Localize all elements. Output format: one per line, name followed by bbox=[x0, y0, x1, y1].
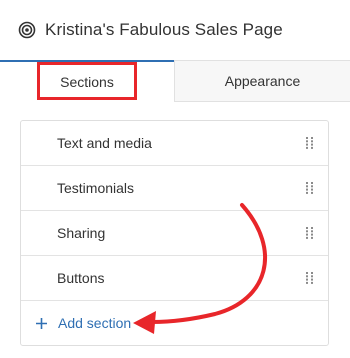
plus-icon bbox=[35, 317, 48, 330]
tab-appearance-label: Appearance bbox=[224, 73, 301, 89]
section-label: Text and media bbox=[57, 135, 152, 151]
section-label: Buttons bbox=[57, 270, 105, 286]
list-item[interactable]: Testimonials bbox=[21, 166, 328, 211]
section-label: Testimonials bbox=[57, 180, 135, 196]
section-label: Sharing bbox=[57, 225, 106, 241]
add-section-button[interactable]: Add section bbox=[21, 301, 328, 345]
page-header: Kristina's Fabulous Sales Page bbox=[0, 0, 350, 60]
drag-handle-icon[interactable] bbox=[306, 227, 314, 239]
tab-sections[interactable]: Sections bbox=[0, 60, 174, 102]
sections-list: Text and media Testimonials Sharing Butt… bbox=[20, 120, 329, 346]
add-section-label: Add section bbox=[58, 315, 132, 331]
list-item[interactable]: Text and media bbox=[21, 121, 328, 166]
list-item[interactable]: Buttons bbox=[21, 256, 328, 301]
tab-bar: Sections Appearance bbox=[0, 60, 350, 102]
tab-sections-label: Sections bbox=[60, 74, 114, 90]
page-title: Kristina's Fabulous Sales Page bbox=[45, 20, 283, 39]
list-item[interactable]: Sharing bbox=[21, 211, 328, 256]
drag-handle-icon[interactable] bbox=[306, 272, 314, 284]
tab-appearance[interactable]: Appearance bbox=[174, 60, 350, 102]
target-icon bbox=[18, 21, 36, 39]
drag-handle-icon[interactable] bbox=[306, 137, 314, 149]
drag-handle-icon[interactable] bbox=[306, 182, 314, 194]
